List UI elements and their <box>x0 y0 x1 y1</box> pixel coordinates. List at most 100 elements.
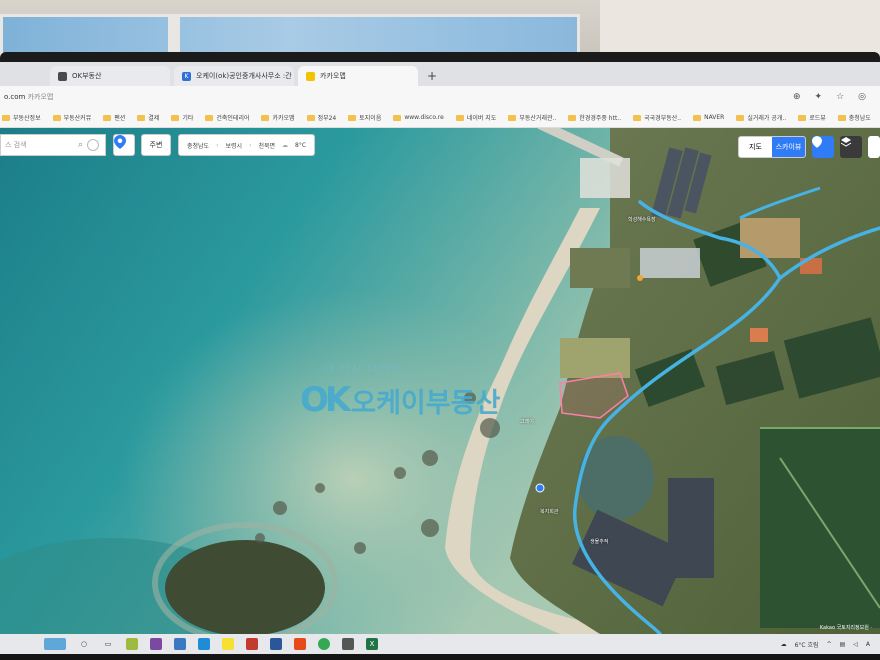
zoom-icon[interactable]: ⊕ <box>793 92 801 102</box>
app-icon[interactable] <box>150 638 162 650</box>
map-label-gray[interactable]: 그레이 <box>520 418 534 425</box>
new-tab-button[interactable]: + <box>422 66 442 86</box>
folder-icon <box>171 114 180 121</box>
bookmark-label: NAVER <box>704 114 725 121</box>
bookmark-item[interactable]: 국국경부동산.. <box>633 113 681 122</box>
folder-icon <box>103 114 112 121</box>
search-circle-icon[interactable]: ○ <box>78 638 90 650</box>
network-icon[interactable]: ▤ <box>840 641 846 648</box>
folder-icon <box>205 114 214 121</box>
tab-ok-realestate[interactable]: OK부동산 <box>50 66 170 86</box>
bookmark-label: 실거래가 공개.. <box>747 115 787 122</box>
bookmark-item[interactable]: 충청남도 <box>837 113 871 122</box>
island <box>165 540 325 634</box>
url-text[interactable]: o.com 카카오맵 <box>4 92 53 102</box>
tab-ok-office[interactable]: K 오케이(ok)공인중개사사무소 :간 <box>174 66 294 86</box>
map-type-normal[interactable]: 지도 <box>739 137 772 157</box>
bookmark-item[interactable]: 한경경주중 htt.. <box>568 113 621 122</box>
bookmark-item[interactable]: 결제 <box>137 113 159 122</box>
taskview-icon[interactable]: ▭ <box>102 638 114 650</box>
start-icon[interactable] <box>44 638 66 650</box>
bookmark-label: 한경경주중 htt.. <box>579 115 622 122</box>
folder-icon <box>508 114 517 121</box>
breadcrumb-province[interactable]: 충청남도 <box>187 141 209 150</box>
folder-icon <box>348 114 357 121</box>
profile-icon[interactable]: ◎ <box>858 92 866 102</box>
breadcrumb-district[interactable]: 천북면 <box>258 141 275 150</box>
browser-tab-bar: OK부동산 K 오케이(ok)공인중개사사무소 :간 카카오맵 + <box>0 62 880 86</box>
bookmark-item[interactable]: 기타 <box>171 113 193 122</box>
weather-cloud-icon: ☁ <box>282 141 289 149</box>
chevron-up-icon[interactable]: ^ <box>827 641 832 648</box>
poi-pin <box>535 483 545 493</box>
bookmark-item[interactable]: 부동산정보 <box>2 113 41 122</box>
bookmark-label: 로드뷰 <box>809 115 826 122</box>
bookmark-item[interactable]: 로드뷰 <box>798 113 826 122</box>
breadcrumb-city[interactable]: 보령시 <box>226 141 243 150</box>
bookmark-item[interactable]: 건축인테리어 <box>205 113 249 122</box>
chrome-icon[interactable] <box>318 638 330 650</box>
bookmark-label: 결제 <box>148 115 160 122</box>
bookmark-label: 국국경부동산.. <box>644 115 682 122</box>
roadview-button[interactable] <box>812 136 834 158</box>
app-icon[interactable] <box>342 638 354 650</box>
tab-kakaomap[interactable]: 카카오맵 <box>298 66 418 86</box>
tray-weather[interactable]: 6°C 흐림 <box>795 640 819 649</box>
extension-icon[interactable]: ✦ <box>815 92 823 102</box>
satellite-map[interactable]: 스 검색 ⌕ 주변 충청남도 › 보령시 › 천북면 ☁ 8°C 지도 스카이뷰 <box>0 128 880 634</box>
volume-icon[interactable]: ◁ <box>853 641 858 648</box>
map-label-beach[interactable]: 학성해수욕장 <box>628 216 656 223</box>
nearby-button[interactable]: 주변 <box>141 134 171 156</box>
layers-button[interactable] <box>840 136 862 158</box>
edge-icon[interactable] <box>198 638 210 650</box>
windows-taskbar: ○ ▭ X ☁ 6°C 흐림 ^ ▤ ◁ A <box>0 634 880 654</box>
monitor-bezel-bottom <box>0 654 880 660</box>
bookmark-star-icon[interactable]: ☆ <box>836 92 844 102</box>
map-type-toggle: 지도 스카이뷰 <box>738 136 806 158</box>
app-icon[interactable] <box>126 638 138 650</box>
bookmark-item[interactable]: www.disco.re <box>393 114 444 121</box>
bookmark-item[interactable]: 정부24 <box>306 113 337 122</box>
clear-icon[interactable] <box>87 139 99 151</box>
kakaotalk-icon[interactable] <box>222 638 234 650</box>
app-icon[interactable] <box>270 638 282 650</box>
weather-temp: 8°C <box>295 141 307 149</box>
address-bar[interactable]: o.com 카카오맵 ⊕ ✦ ☆ ◎ <box>0 86 880 108</box>
folder-icon <box>693 114 702 121</box>
building <box>750 328 768 342</box>
chevron-right-icon: › <box>249 141 252 149</box>
bookmark-label: 정부24 <box>317 115 337 122</box>
layers-icon <box>840 137 852 147</box>
bookmark-item[interactable]: 부동산거래관.. <box>508 113 556 122</box>
address-bar-icons: ⊕ ✦ ☆ ◎ <box>793 92 880 102</box>
bookmark-item[interactable]: NAVER <box>693 114 724 121</box>
app-icon[interactable] <box>174 638 186 650</box>
app-icon[interactable] <box>294 638 306 650</box>
my-location-button[interactable] <box>113 134 135 156</box>
bookmark-item[interactable]: 토지이음 <box>348 113 381 122</box>
app-icon[interactable] <box>246 638 258 650</box>
map-label-bio[interactable]: 생물추적 <box>590 538 608 545</box>
system-tray: ☁ 6°C 흐림 ^ ▤ ◁ A <box>781 640 880 649</box>
tab-label: OK부동산 <box>72 72 102 80</box>
excel-icon[interactable]: X <box>366 638 378 650</box>
bookmark-item[interactable]: 펜션 <box>103 113 125 122</box>
map-label-hall[interactable]: 복지회관 <box>540 508 558 515</box>
search-icon[interactable]: ⌕ <box>78 140 83 150</box>
watermark-subtitle: OK REAL ESTATE <box>322 364 403 373</box>
field-light <box>560 338 630 378</box>
bookmark-label: 건축인테리어 <box>216 115 250 122</box>
bookmark-label: 부동산거래관.. <box>519 115 557 122</box>
ime-language[interactable]: A <box>866 641 870 648</box>
fullscreen-button[interactable] <box>868 136 880 158</box>
map-type-satellite[interactable]: 스카이뷰 <box>772 137 805 157</box>
bookmark-item[interactable]: 실거래가 공개.. <box>736 113 786 122</box>
bookmark-item[interactable]: 부동산커뮤 <box>52 113 91 122</box>
map-search-input[interactable]: 스 검색 ⌕ <box>0 134 106 156</box>
tab-label: 카카오맵 <box>320 72 346 80</box>
watermark-badge: OK <box>300 380 351 420</box>
monitor-screen: OK부동산 K 오케이(ok)공인중개사사무소 :간 카카오맵 + o.com … <box>0 62 880 654</box>
folder-icon <box>633 114 642 121</box>
bookmark-item[interactable]: 카카오맵 <box>261 113 295 122</box>
bookmark-item[interactable]: 네이버 지도 <box>455 113 496 122</box>
